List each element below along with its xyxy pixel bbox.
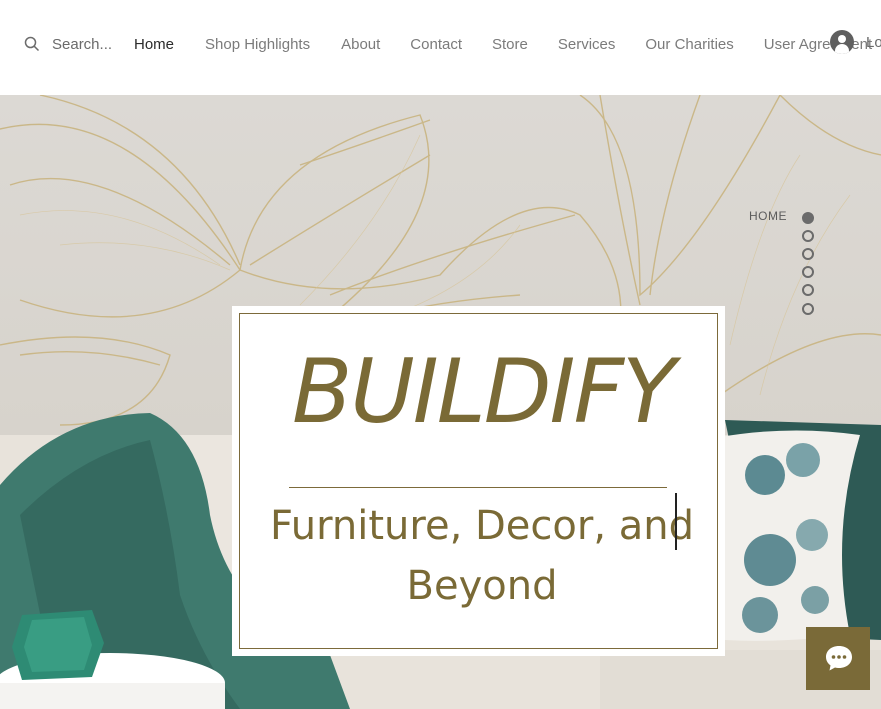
- dot-nav-item-6[interactable]: [802, 303, 814, 315]
- nav-item-contact[interactable]: Contact: [410, 36, 462, 53]
- dot-nav-item-4[interactable]: [802, 266, 814, 278]
- title-divider: [289, 487, 667, 488]
- chat-icon: [826, 646, 852, 671]
- dot-nav-item-2[interactable]: [802, 230, 814, 242]
- site-header: Home Shop Highlights About Contact Store…: [0, 0, 881, 95]
- hero-tagline[interactable]: Furniture, Decor, and Beyond: [252, 496, 712, 616]
- nav-item-our-charities[interactable]: Our Charities: [645, 36, 733, 53]
- login-button[interactable]: Lo: [830, 30, 881, 54]
- nav-item-shop-highlights[interactable]: Shop Highlights: [205, 36, 310, 53]
- login-label: Lo: [866, 33, 881, 51]
- nav-item-services[interactable]: Services: [558, 36, 616, 53]
- hero-title-card: BUILDIFY Furniture, Decor, and Beyond: [232, 306, 725, 656]
- search-icon: [24, 36, 40, 52]
- dot-nav-item-5[interactable]: [802, 284, 814, 296]
- dot-nav-item-1[interactable]: [802, 212, 814, 224]
- nav-item-about[interactable]: About: [341, 36, 380, 53]
- main-nav: Home Shop Highlights About Contact Store…: [134, 33, 872, 55]
- dot-nav-item-3[interactable]: [802, 248, 814, 260]
- search-input[interactable]: [52, 35, 114, 53]
- brand-title: BUILDIFY: [292, 340, 676, 443]
- dot-nav-active-label: HOME: [749, 209, 787, 223]
- nav-item-store[interactable]: Store: [492, 36, 528, 53]
- text-cursor: [675, 493, 677, 550]
- chat-button[interactable]: [806, 627, 870, 690]
- user-avatar-icon: [830, 30, 854, 54]
- nav-item-home[interactable]: Home: [134, 36, 174, 53]
- search-bar[interactable]: [24, 33, 114, 55]
